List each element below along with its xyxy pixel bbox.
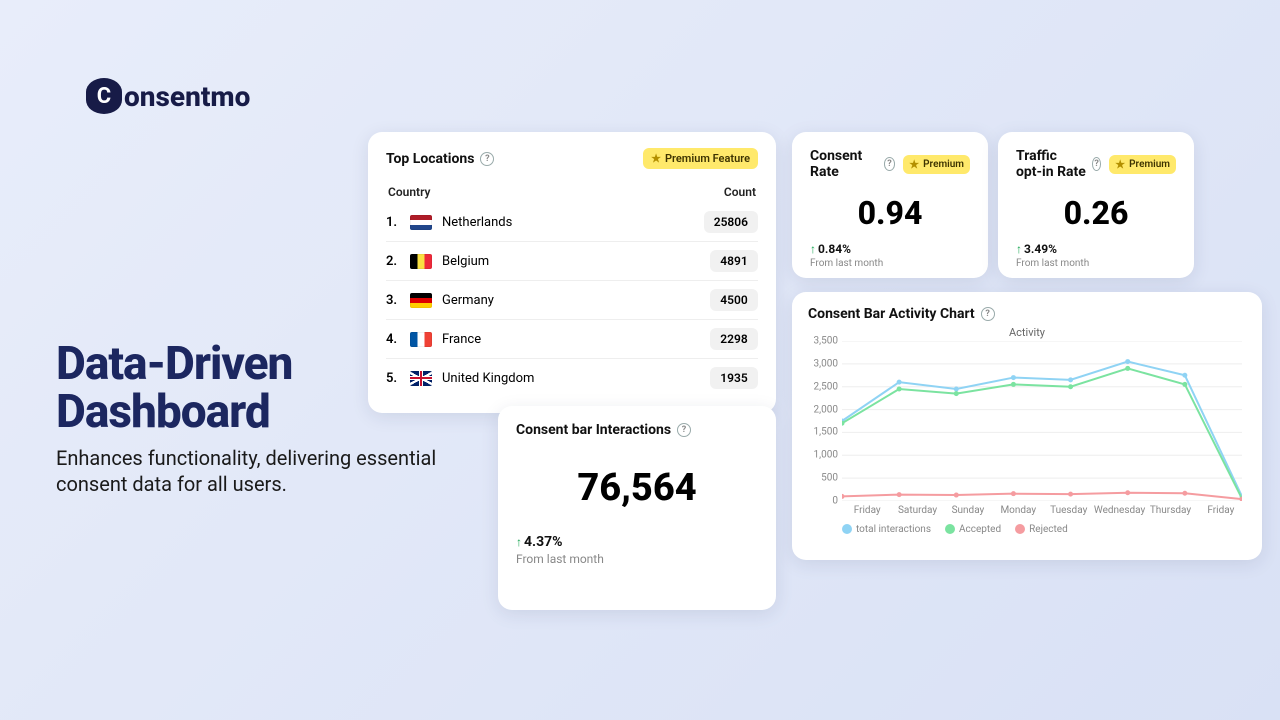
y-tick-label: 2,000 [808,404,838,415]
y-tick-label: 3,000 [808,358,838,369]
x-tick-label: Wednesday [1094,505,1145,516]
table-row: 3. Germany 4500 [386,281,758,320]
x-tick-label: Monday [993,505,1043,516]
top-locations-title: Top Locations [386,151,474,167]
legend-swatch-rejected [1015,524,1025,534]
traffic-rate-title: Traffic opt-in Rate [1016,148,1086,180]
row-count: 4500 [710,289,758,311]
brand-name: onsentmo [124,80,250,113]
row-count: 2298 [710,328,758,350]
table-row: 2. Belgium 4891 [386,242,758,281]
flag-icon [410,371,432,386]
x-tick-label: Thursday [1145,505,1195,516]
traffic-rate-from: From last month [1016,258,1176,269]
interactions-card: Consent bar Interactions ? 76,564 ↑ 4.37… [498,406,776,610]
help-icon[interactable]: ? [677,423,691,437]
traffic-rate-value: 0.26 [1016,194,1176,232]
y-tick-label: 2,500 [808,381,838,392]
premium-badge[interactable]: ★ Premium [903,155,970,174]
row-count: 4891 [710,250,758,272]
activity-plot: 05001,0001,5002,0002,5003,0003,500 [842,341,1246,505]
activity-title: Consent Bar Activity Chart [808,306,975,322]
premium-badge[interactable]: ★ Premium Feature [643,148,758,169]
consent-rate-title: Consent Rate [810,148,878,180]
x-tick-label: Tuesday [1044,505,1094,516]
row-rank: 2. [386,254,400,269]
activity-svg [842,341,1242,501]
arrow-up-icon: ↑ [810,242,816,256]
logo-mark-icon: C [86,78,122,114]
row-rank: 5. [386,371,400,386]
legend-swatch-total [842,524,852,534]
table-row: 1. Netherlands 25806 [386,203,758,242]
star-icon: ★ [651,152,661,165]
x-tick-label: Friday [842,505,892,516]
table-row: 4. France 2298 [386,320,758,359]
help-icon[interactable]: ? [480,152,494,166]
star-icon: ★ [909,158,919,171]
row-count: 1935 [710,367,758,389]
row-country: France [442,332,481,347]
table-row: 5. United Kingdom 1935 [386,359,758,397]
interactions-value: 76,564 [516,466,758,510]
flag-icon [410,215,432,230]
help-icon[interactable]: ? [884,157,896,171]
activity-legend: total interactions Accepted Rejected [842,524,1246,535]
flag-icon [410,254,432,269]
consent-rate-value: 0.94 [810,194,970,232]
y-tick-label: 1,500 [808,427,838,438]
activity-subtitle: Activity [808,326,1246,339]
row-rank: 3. [386,293,400,308]
y-tick-label: 1,000 [808,450,838,461]
traffic-rate-delta: ↑ 3.49% [1016,242,1176,256]
row-rank: 4. [386,332,400,347]
help-icon[interactable]: ? [1092,157,1101,171]
premium-badge[interactable]: ★ Premium [1109,155,1176,174]
col-count: Count [724,185,756,199]
row-country: United Kingdom [442,371,534,386]
row-country: Netherlands [442,215,512,230]
y-tick-label: 500 [808,473,838,484]
flag-icon [410,332,432,347]
brand-logo: C onsentmo [86,78,250,114]
interactions-title: Consent bar Interactions [516,422,671,438]
row-rank: 1. [386,215,400,230]
y-tick-label: 0 [808,496,838,507]
row-country: Germany [442,293,494,308]
legend-swatch-accepted [945,524,955,534]
interactions-from: From last month [516,552,758,566]
col-country: Country [388,185,430,199]
arrow-up-icon: ↑ [516,535,522,549]
y-tick-label: 3,500 [808,336,838,347]
activity-xlabels: FridaySaturdaySundayMondayTuesdayWednesd… [842,505,1246,516]
help-icon[interactable]: ? [981,307,995,321]
row-country: Belgium [442,254,489,269]
activity-chart-card: Consent Bar Activity Chart ? Activity 05… [792,292,1262,560]
page-subtitle: Enhances functionality, delivering essen… [56,445,486,497]
traffic-rate-card: Traffic opt-in Rate ? ★ Premium 0.26 ↑ 3… [998,132,1194,278]
consent-rate-card: Consent Rate ? ★ Premium 0.94 ↑ 0.84% Fr… [792,132,988,278]
row-count: 25806 [704,211,758,233]
arrow-up-icon: ↑ [1016,242,1022,256]
star-icon: ★ [1115,158,1125,171]
x-tick-label: Friday [1196,505,1246,516]
flag-icon [410,293,432,308]
consent-rate-delta: ↑ 0.84% [810,242,970,256]
x-tick-label: Sunday [943,505,993,516]
top-locations-card: Top Locations ? ★ Premium Feature Countr… [368,132,776,413]
interactions-delta: ↑ 4.37% [516,534,758,550]
x-tick-label: Saturday [892,505,942,516]
consent-rate-from: From last month [810,258,970,269]
